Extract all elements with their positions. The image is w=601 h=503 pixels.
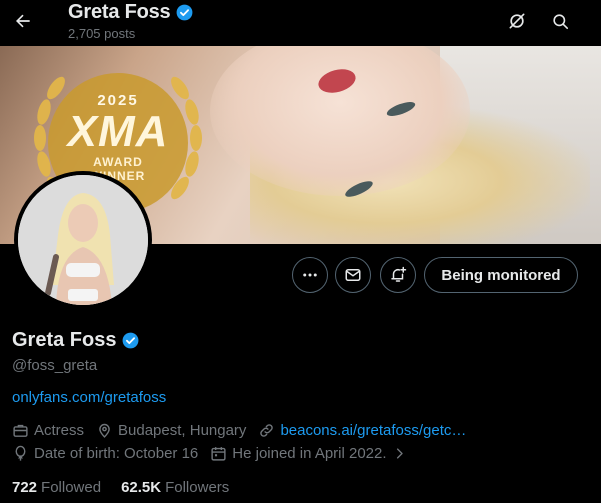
more-icon (303, 273, 317, 277)
header-title: Greta Foss (68, 1, 194, 24)
profile-meta-row-1: Actress Budapest, Hungary beacons.ai/gre… (12, 422, 478, 439)
envelope-icon (345, 269, 361, 281)
bell-plus-icon (391, 266, 407, 282)
notifications-button[interactable] (380, 257, 416, 293)
grok-button[interactable] (500, 4, 534, 38)
posts-count: 2,705 posts (68, 26, 136, 41)
category-item: Actress (12, 422, 84, 439)
balloon-icon (15, 445, 26, 461)
website-item[interactable]: beacons.ai/gretafoss/getc… (258, 422, 466, 439)
location-item: Budapest, Hungary (96, 422, 246, 439)
award-logo: XMA (67, 107, 169, 156)
location-pin-icon (99, 423, 110, 438)
profile-page: Greta Foss 2,705 posts 2025 XMA AWARD WI… (0, 0, 601, 503)
joined-item[interactable]: He joined in April 2022. (210, 445, 406, 462)
link-icon (260, 424, 274, 437)
location-text: Budapest, Hungary (118, 422, 247, 439)
birth-text: Date of birth: October 16 (34, 445, 199, 462)
award-line-1: AWARD (93, 155, 143, 169)
joined-text: He joined in April 2022. (232, 445, 387, 462)
monitor-button[interactable]: Being monitored (424, 257, 578, 293)
follow-stats: 722 Followed 62.5K Followers (12, 479, 249, 496)
back-button[interactable] (6, 4, 40, 38)
profile-handle: @foss_greta (12, 357, 98, 374)
birth-item: Date of birth: October 16 (12, 445, 198, 462)
profile-name: Greta Foss (12, 329, 117, 351)
briefcase-icon (13, 424, 28, 437)
grok-icon (509, 13, 525, 29)
profile-meta-row-2: Date of birth: October 16 He joined in A… (12, 445, 419, 462)
following-link[interactable]: 722 Followed (12, 479, 101, 496)
category-text: Actress (34, 422, 85, 439)
more-options-button[interactable] (292, 257, 328, 293)
bio-link[interactable]: onlyfans.com/gretafoss (12, 389, 166, 406)
followers-label: Followers (165, 479, 230, 496)
message-button[interactable] (335, 257, 371, 293)
followers-link[interactable]: 62.5K Followers (121, 479, 229, 496)
verified-badge-icon (177, 4, 193, 21)
search-icon (552, 13, 568, 29)
search-button[interactable] (543, 4, 577, 38)
header-name: Greta Foss (68, 1, 171, 23)
following-label: Followed (41, 479, 102, 496)
top-bar: Greta Foss 2,705 posts (0, 0, 601, 46)
verified-badge-icon[interactable] (121, 331, 140, 350)
chevron-right-icon (396, 448, 403, 459)
avatar-photo (18, 175, 148, 305)
avatar[interactable] (14, 171, 152, 309)
arrow-left-icon (16, 14, 30, 28)
calendar-icon (211, 447, 226, 461)
profile-name-row: Greta Foss (12, 329, 140, 352)
followers-count: 62.5K (121, 479, 162, 496)
website-link[interactable]: beacons.ai/gretafoss/getc… (280, 422, 466, 439)
following-count: 722 (12, 479, 38, 496)
